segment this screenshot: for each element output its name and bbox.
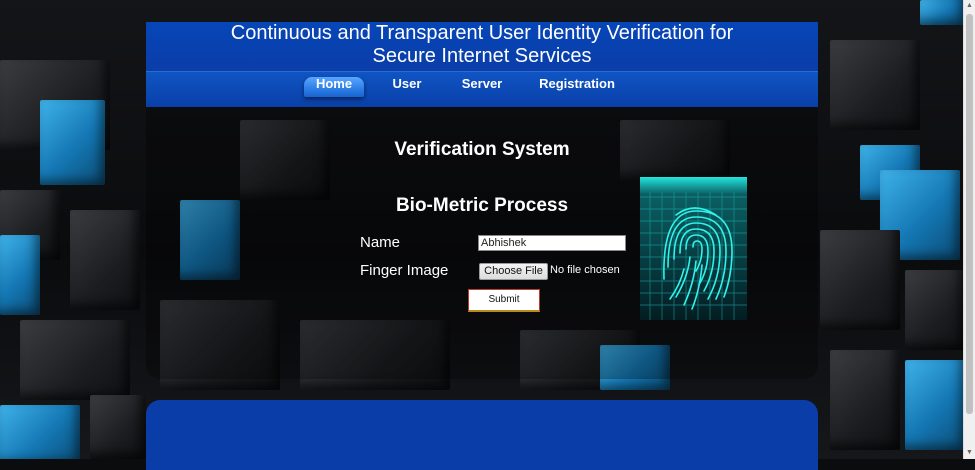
fingerprint-image: [640, 177, 747, 320]
finger-image-label: Finger Image: [360, 262, 449, 279]
nav-user[interactable]: User: [378, 77, 436, 97]
choose-file-button[interactable]: Choose File: [479, 263, 548, 280]
footer-bar: [146, 400, 818, 470]
submit-button[interactable]: Submit: [468, 289, 540, 312]
scroll-up-arrow-icon[interactable]: ▲: [964, 0, 975, 12]
bg-cube: [0, 405, 80, 459]
bg-cube: [20, 320, 130, 400]
bg-cube: [820, 230, 900, 330]
name-label: Name: [360, 234, 401, 251]
bg-cube: [920, 0, 965, 25]
site-title-line1: Continuous and Transparent User Identity…: [230, 22, 734, 44]
scrollbar-thumb[interactable]: [966, 14, 973, 414]
bg-cube: [830, 350, 900, 450]
bg-cube: [90, 395, 146, 459]
site-title: Continuous and Transparent User Identity…: [146, 22, 818, 68]
nav-home[interactable]: Home: [304, 77, 364, 97]
bg-cube: [40, 100, 105, 185]
nav-registration[interactable]: Registration: [536, 77, 618, 97]
bg-cube: [905, 360, 965, 450]
site-title-line2: Secure Internet Services: [372, 45, 592, 67]
vertical-scrollbar[interactable]: ▲ ▼: [963, 0, 975, 459]
bg-cube: [70, 210, 140, 310]
bg-cube: [830, 40, 920, 130]
bg-cube: [905, 270, 965, 350]
page-heading: Verification System: [394, 139, 570, 160]
file-status-text: No file chosen: [550, 264, 620, 276]
scroll-down-arrow-icon[interactable]: ▼: [964, 447, 975, 459]
bg-cube: [0, 235, 40, 315]
name-field[interactable]: [478, 235, 626, 251]
nav-bar: Home User Server Registration: [146, 71, 818, 107]
site-header: Continuous and Transparent User Identity…: [146, 22, 818, 107]
nav-server[interactable]: Server: [452, 77, 512, 97]
